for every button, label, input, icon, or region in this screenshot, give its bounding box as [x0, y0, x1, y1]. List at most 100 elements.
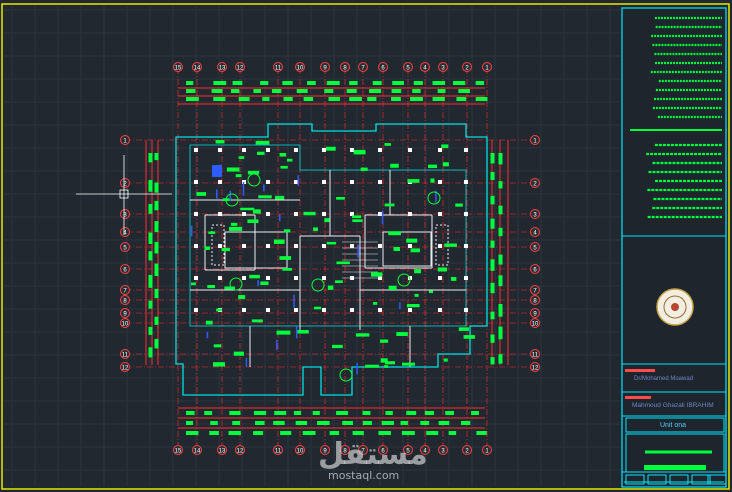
column [322, 308, 326, 312]
dimension-text [253, 89, 261, 93]
room-label [247, 219, 259, 224]
title-block [621, 7, 727, 488]
dimension-text [232, 421, 240, 425]
grid-bubble-number: 13 [219, 449, 226, 455]
column [408, 148, 412, 152]
room-label [215, 140, 225, 144]
dimension-text [271, 89, 282, 93]
dimension-text [211, 89, 223, 93]
dimension-text [210, 421, 218, 425]
dimension-text [437, 89, 446, 93]
room-label [279, 256, 292, 260]
room-label [458, 327, 469, 331]
dimension-text [490, 311, 495, 320]
column [294, 244, 298, 248]
dimension-text [362, 421, 373, 425]
dimension-text [452, 81, 466, 85]
room-label [196, 192, 207, 196]
dimension-text [498, 254, 503, 265]
grid-bubble-number: 10 [532, 322, 539, 328]
room-label [228, 226, 243, 231]
column [408, 308, 412, 312]
dimension-text [328, 97, 340, 101]
dimension-text [154, 241, 159, 254]
room-label [282, 267, 292, 271]
dimension-text [413, 81, 423, 85]
column [350, 180, 354, 184]
room-label [297, 330, 309, 334]
column [464, 180, 468, 184]
dimension-text [282, 81, 293, 85]
room-label [313, 227, 318, 231]
dimension-text [475, 81, 485, 85]
dimension-text [329, 431, 340, 435]
dimension-text [490, 282, 495, 294]
grid-bubble-number: 13 [219, 66, 226, 72]
dimension-text [148, 326, 153, 335]
column [294, 308, 298, 312]
column [408, 244, 412, 248]
dimension-text [186, 411, 195, 415]
room-label [402, 362, 415, 366]
dimension-text [448, 431, 457, 435]
dimension-text [392, 81, 404, 85]
room-label [430, 178, 435, 183]
dimension-text [148, 347, 153, 358]
dimension-text [458, 89, 470, 93]
student-label: Mahmoud Ghazali IBRAHIM [632, 402, 714, 409]
dimension-text [154, 221, 159, 233]
grid-bubble-number: 14 [194, 449, 201, 455]
drawing-viewport[interactable]: 15 15 14 14 13 13 12 12 11 11 10 10 9 9 8 8 7 7 6 6 5 5 4 4 3 3 2 2… [0, 0, 732, 492]
room-label [414, 293, 419, 297]
column [294, 180, 298, 184]
dimension-text [186, 89, 196, 93]
column [378, 212, 382, 216]
room-label [216, 308, 222, 312]
designer-label: Dr/Mohamed Moawad [634, 376, 694, 382]
column [294, 212, 298, 216]
column [242, 148, 246, 152]
dimension-text [154, 153, 159, 161]
grid-bubble-number: 12 [237, 66, 244, 72]
room-label [365, 364, 379, 368]
dimension-text [154, 200, 159, 211]
dimension-text [317, 421, 330, 425]
room-label [334, 280, 343, 284]
room-label [233, 351, 245, 356]
room-label [352, 215, 362, 219]
room-label [352, 219, 363, 223]
column [464, 244, 468, 248]
room-label [273, 239, 285, 244]
room-label [373, 302, 378, 305]
grid-bubble-number: 14 [194, 66, 201, 72]
dimension-text [154, 263, 159, 277]
dimension-text [260, 81, 269, 85]
dimension-text [273, 421, 285, 425]
room-label [407, 179, 420, 183]
dimension-text [154, 288, 159, 299]
dimension-text [461, 421, 471, 425]
dimension-text [490, 240, 495, 248]
dimension-text [293, 411, 302, 415]
dimension-text [186, 97, 199, 101]
room-tag [247, 173, 261, 187]
dimension-text [274, 411, 287, 415]
dimension-text [420, 421, 430, 425]
dimension-text [302, 431, 316, 435]
room-label [276, 330, 291, 335]
dimension-text [490, 334, 495, 343]
dimension-text [401, 431, 415, 435]
column [350, 212, 354, 216]
dimension-text [186, 81, 194, 85]
dimension-text [326, 81, 340, 85]
room-label [390, 163, 399, 168]
dimension-text [378, 431, 391, 435]
dimension-text [232, 81, 243, 85]
room-label [286, 158, 293, 162]
room-label [279, 153, 287, 157]
floor-plan-drawing[interactable]: 1515141413131212111110109988776655443322… [0, 0, 732, 492]
column [322, 276, 326, 280]
dimension-text [456, 97, 467, 101]
dimension-text [498, 326, 503, 340]
column [242, 212, 246, 216]
